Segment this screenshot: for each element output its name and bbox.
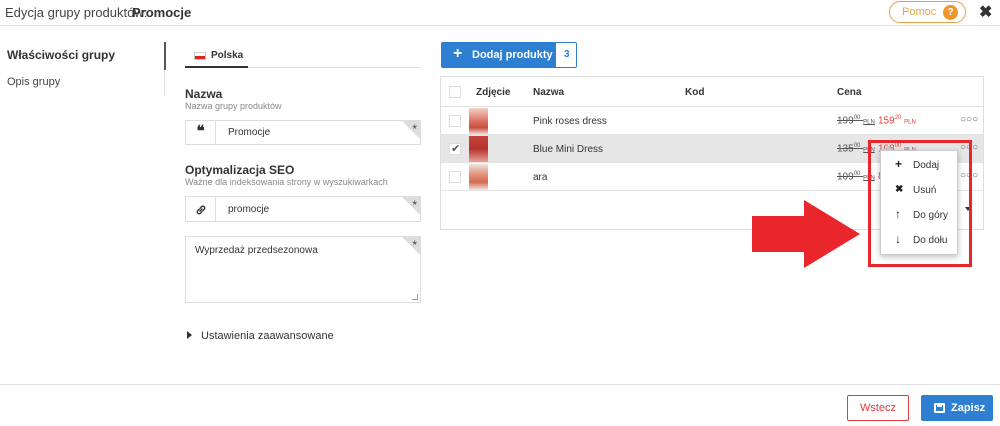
nav-divider	[164, 70, 165, 96]
dialog-title-prefix: Edycja grupy produktów:	[5, 5, 148, 20]
column-price: Cena	[837, 87, 862, 98]
name-label: Nazwa	[185, 87, 223, 101]
column-photo: Zdjęcie	[476, 87, 511, 98]
nav-item-group-properties[interactable]: Właściwości grupy	[7, 48, 115, 62]
required-corner	[402, 197, 420, 215]
required-mark: *	[412, 238, 417, 252]
required-corner	[402, 237, 420, 255]
required-mark: *	[412, 198, 417, 212]
advanced-settings-toggle[interactable]: Ustawienia zaawansowane	[187, 330, 334, 342]
flag-poland-icon	[194, 52, 206, 60]
product-thumbnail	[469, 164, 488, 190]
advanced-settings-label: Ustawienia zaawansowane	[201, 330, 334, 342]
caret-right-icon	[187, 331, 192, 339]
product-thumbnail	[469, 108, 488, 134]
help-icon: ?	[943, 5, 958, 20]
row-actions-icon[interactable]: ○○○	[960, 114, 978, 125]
name-hint: Nazwa grupy produktów	[185, 101, 282, 111]
required-corner	[402, 121, 420, 139]
quote-icon: ❝	[186, 121, 216, 144]
row-checkbox[interactable]: ✔	[449, 143, 461, 155]
description-value[interactable]: Wyprzedaż przedsezonowa	[195, 245, 318, 256]
annotation-arrow-icon	[752, 200, 860, 268]
help-button-label: Pomoc	[902, 6, 937, 18]
nav-active-indicator	[164, 42, 166, 70]
save-button-label: Zapisz	[951, 402, 986, 414]
help-button[interactable]: Pomoc ?	[889, 1, 966, 23]
old-price: 19900 PLN	[837, 115, 875, 127]
description-textarea[interactable]: Wyprzedaż przedsezonowa *	[185, 236, 421, 303]
new-price: 15920 PLN	[878, 115, 916, 127]
dialog-header: Edycja grupy produktów: Promocje Pomoc ?…	[0, 0, 1000, 26]
product-name: ara	[533, 172, 548, 183]
annotation-highlight-box	[868, 140, 972, 267]
product-name: Pink roses dress	[533, 116, 607, 127]
plus-icon: +	[453, 45, 463, 62]
resize-handle[interactable]	[412, 294, 418, 300]
tab-polska[interactable]: Polska	[185, 44, 248, 68]
row-checkbox[interactable]	[449, 115, 461, 127]
seo-url-value[interactable]: promocje	[228, 204, 269, 215]
name-field-value[interactable]: Promocje	[228, 127, 270, 138]
language-tabs: Polska	[185, 44, 421, 68]
close-icon[interactable]: ✖	[979, 2, 992, 22]
product-name: Blue Mini Dress	[533, 144, 604, 155]
name-field[interactable]: ❝ Promocje *	[185, 120, 421, 145]
checkmark-icon: ✔	[451, 143, 461, 155]
row-checkbox[interactable]	[449, 171, 461, 183]
dialog-title-name: Promocje	[132, 5, 192, 20]
products-count-badge: 3	[564, 49, 570, 60]
seo-hint: Ważne dla indeksowania strony w wyszukiw…	[185, 177, 388, 187]
seo-label: Optymalizacja SEO	[185, 163, 295, 177]
add-products-main[interactable]: + Dodaj produkty	[442, 43, 556, 67]
table-header: Zdjęcie Nazwa Kod Cena	[441, 77, 983, 107]
table-row[interactable]: Pink roses dress 19900 PLN 15920 PLN ○○○	[441, 107, 983, 135]
add-products-label: Dodaj produkty	[472, 49, 553, 61]
column-name: Nazwa	[533, 87, 565, 98]
save-button[interactable]: Zapisz	[921, 395, 993, 421]
seo-url-field[interactable]: promocje *	[185, 196, 421, 222]
link-icon	[186, 197, 216, 221]
add-products-button[interactable]: + Dodaj produkty 3	[441, 42, 577, 68]
column-code: Kod	[685, 87, 705, 98]
floppy-disk-icon	[934, 403, 945, 413]
dialog-footer: Wstecz Zapisz	[0, 384, 1000, 426]
nav-item-group-description[interactable]: Opis grupy	[7, 76, 60, 88]
tab-polska-label: Polska	[211, 50, 244, 61]
back-button[interactable]: Wstecz	[847, 395, 909, 421]
select-all-checkbox[interactable]	[449, 86, 461, 98]
required-mark: *	[412, 122, 417, 136]
product-thumbnail	[469, 136, 488, 162]
